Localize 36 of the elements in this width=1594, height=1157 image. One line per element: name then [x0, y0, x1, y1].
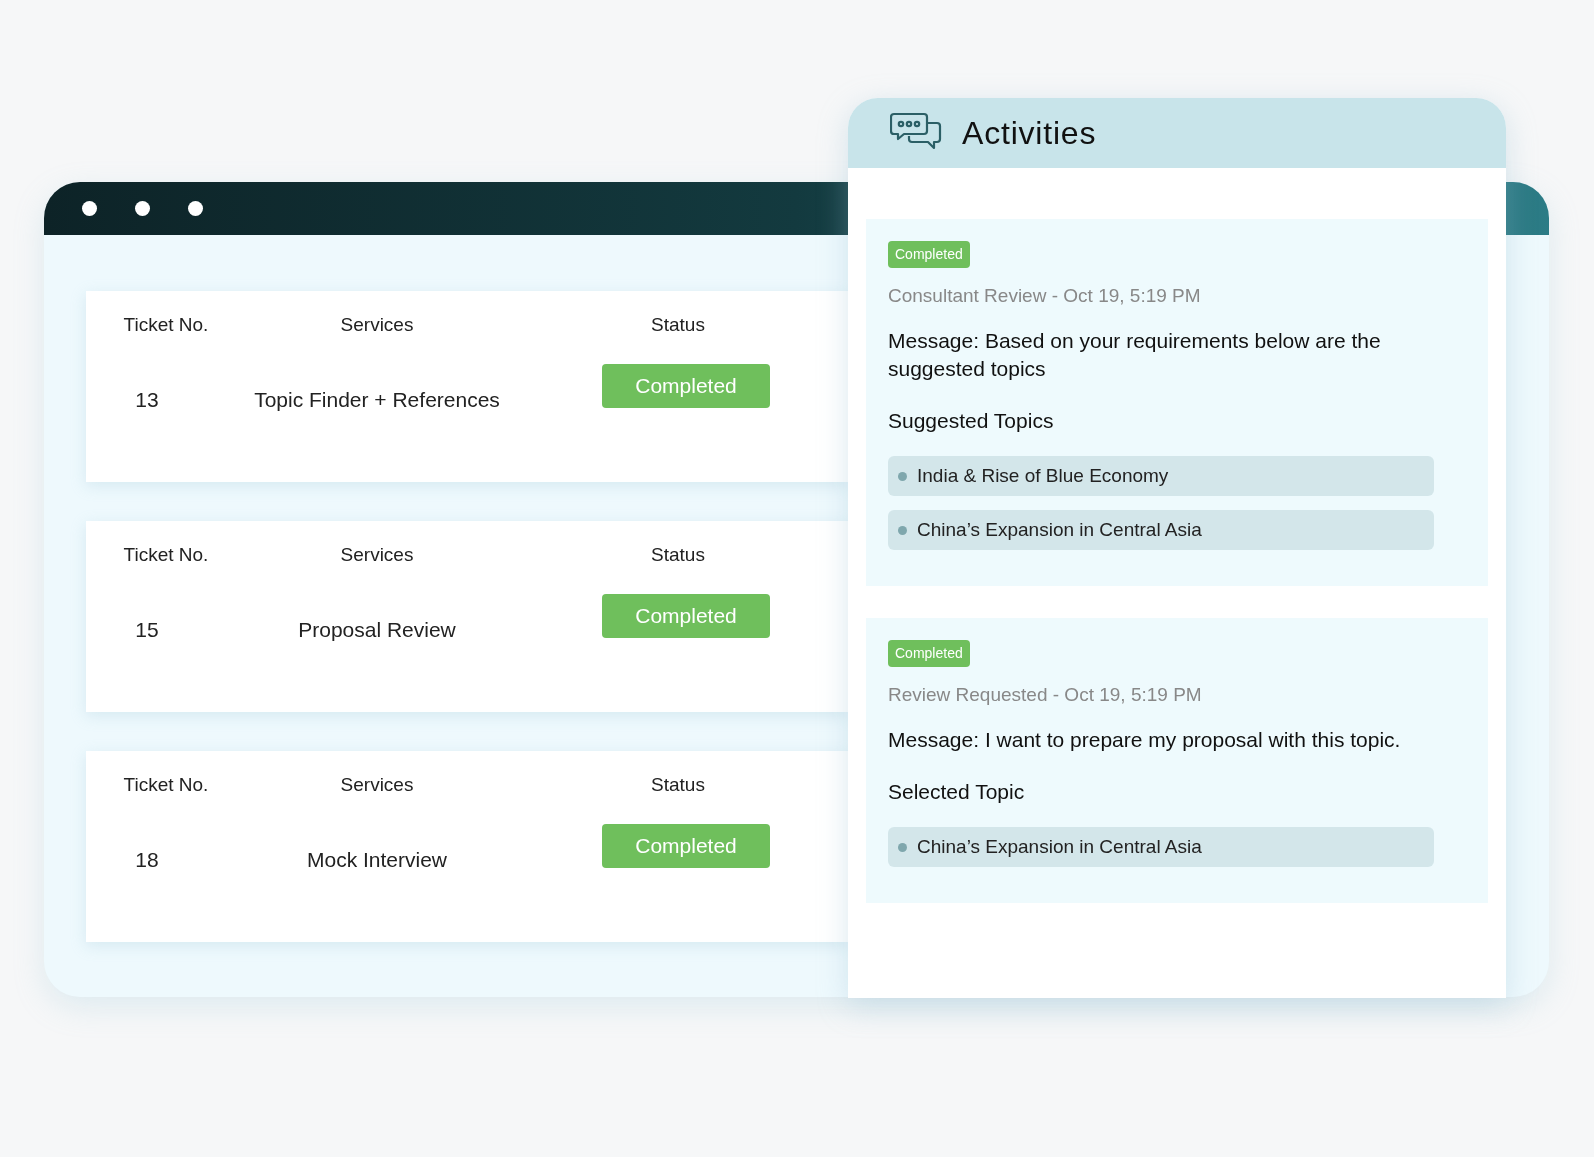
status-badge: Completed — [602, 363, 770, 408]
ticket-number: 13 — [135, 386, 159, 413]
topics-heading: Suggested Topics — [888, 407, 1054, 434]
status-header: Status — [651, 313, 705, 337]
activity-message: Message: Based on your requirements below are the suggested topics — [888, 327, 1382, 382]
topic-item[interactable]: China’s Expansion in Central Asia — [888, 510, 1434, 550]
completed-badge: Completed — [888, 241, 970, 268]
status-header: Status — [651, 543, 705, 567]
topic-label: China’s Expansion in Central Asia — [917, 834, 1202, 859]
ticket-number: 15 — [135, 616, 159, 643]
status-badge: Completed — [602, 823, 770, 868]
services-header: Services — [340, 313, 414, 337]
ticket-header: Ticket No. — [123, 543, 209, 567]
service-name: Mock Interview — [306, 846, 447, 873]
bullet-icon — [898, 471, 907, 481]
ticket-header: Ticket No. — [123, 773, 209, 797]
bullet-icon — [898, 525, 907, 535]
ticket-number: 18 — [135, 846, 159, 873]
activity-meta: Review Requested - Oct 19, 5:19 PM — [888, 683, 1202, 707]
status-header: Status — [651, 773, 705, 797]
topics-heading: Selected Topic — [888, 778, 1025, 805]
ticket-header: Ticket No. — [123, 313, 209, 337]
activities-title: Activities — [962, 114, 1097, 153]
bullet-icon — [898, 842, 907, 852]
activity-meta: Consultant Review - Oct 19, 5:19 PM — [888, 284, 1201, 308]
topic-item[interactable]: China’s Expansion in Central Asia — [888, 827, 1434, 867]
services-header: Services — [340, 543, 414, 567]
service-name: Topic Finder + References — [254, 386, 500, 413]
status-badge: Completed — [602, 593, 770, 638]
service-name: Proposal Review — [298, 616, 456, 643]
completed-badge: Completed — [888, 640, 970, 667]
activity-message: Message: I want to prepare my proposal with this topic. — [888, 726, 1401, 753]
topic-label: India & Rise of Blue Economy — [917, 463, 1169, 488]
services-header: Services — [340, 773, 414, 797]
topic-label: China’s Expansion in Central Asia — [917, 517, 1202, 542]
topic-item[interactable]: India & Rise of Blue Economy — [888, 456, 1434, 496]
